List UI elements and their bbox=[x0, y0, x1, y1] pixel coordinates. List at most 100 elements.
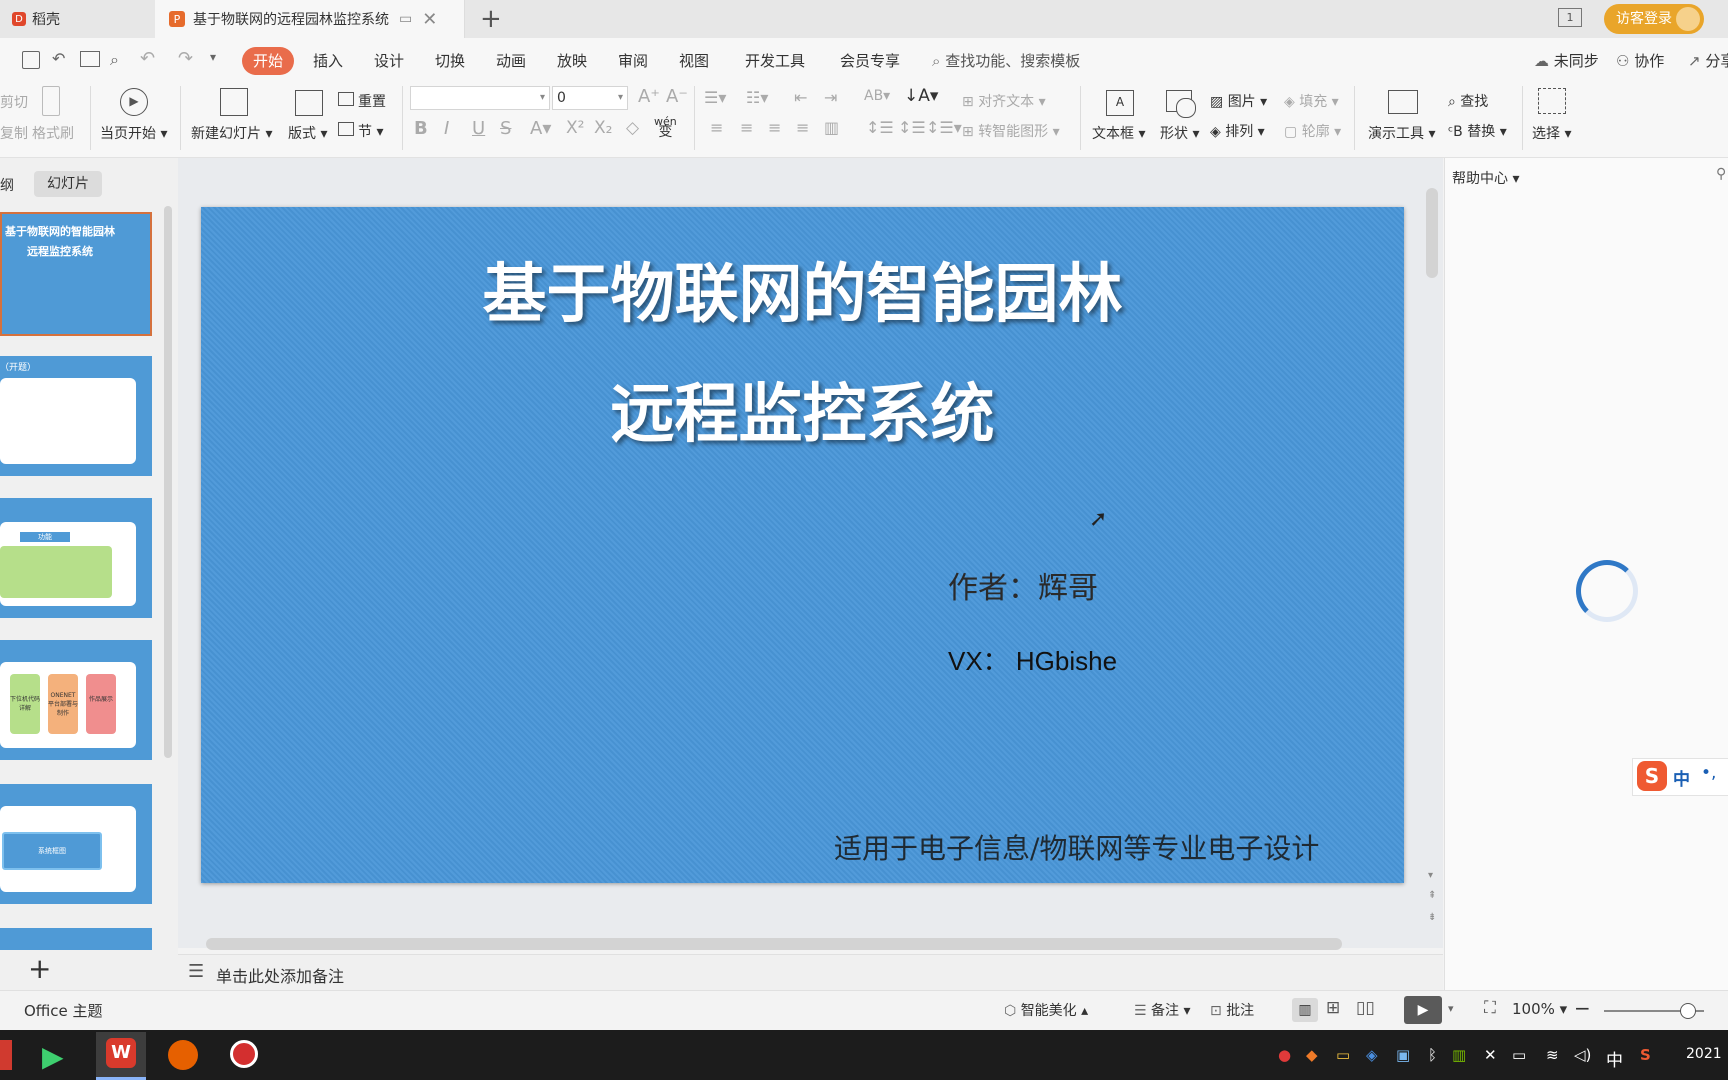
page-count-badge[interactable]: 1 bbox=[1558, 8, 1582, 27]
print-preview-icon[interactable]: ⌕ bbox=[110, 50, 119, 70]
reset-button[interactable]: 重置 bbox=[338, 91, 386, 111]
play-icon[interactable]: ▶ bbox=[120, 88, 148, 116]
help-center-dropdown[interactable]: 帮助中心 ▾ bbox=[1452, 168, 1519, 188]
undo-icon[interactable]: ↶ bbox=[140, 48, 155, 69]
find-button[interactable]: ⌕ 查找 bbox=[1448, 91, 1488, 111]
tab-home[interactable]: D 稻壳 bbox=[0, 0, 155, 38]
tray-clock[interactable]: 2021 bbox=[1686, 1046, 1722, 1062]
menu-slideshow[interactable]: 放映 bbox=[557, 50, 587, 71]
canvas-horizontal-scrollbar[interactable] bbox=[206, 938, 1342, 950]
smart-beautify-button[interactable]: ⬡ 智能美化 ▴ bbox=[1004, 1000, 1088, 1020]
select-button[interactable]: 选择 ▾ bbox=[1532, 123, 1571, 143]
tray-ime-label[interactable]: 中 bbox=[1606, 1046, 1623, 1071]
new-tab-button[interactable]: + bbox=[480, 4, 502, 34]
align-left-icon[interactable]: ≡ bbox=[710, 118, 723, 137]
tray-folder-icon[interactable]: ▭ bbox=[1336, 1046, 1350, 1064]
font-color-icon[interactable]: A▾ bbox=[530, 118, 551, 139]
print-icon[interactable] bbox=[80, 51, 100, 67]
slide-thumbnail-6[interactable] bbox=[0, 928, 152, 950]
tray-record-icon[interactable]: ● bbox=[1278, 1046, 1291, 1064]
slide-title-line1[interactable]: 基于物联网的智能园林 bbox=[201, 243, 1404, 335]
slides-panel-scrollbar[interactable] bbox=[164, 206, 172, 758]
tray-wifi-icon[interactable]: ≋ bbox=[1546, 1046, 1559, 1064]
tray-bluetooth-icon[interactable]: ᛒ bbox=[1428, 1046, 1437, 1064]
tab-slides[interactable]: 幻灯片 bbox=[34, 171, 102, 197]
font-name-select[interactable]: ▾ bbox=[410, 86, 550, 110]
slide-footer[interactable]: 适用于电子信息/物联网等专业电子设计 bbox=[834, 827, 1319, 867]
select-icon[interactable] bbox=[1538, 88, 1566, 114]
current-slide[interactable]: 基于物联网的智能园林 远程监控系统 作者：辉哥 VX： HGbishe 适用于电… bbox=[201, 207, 1404, 883]
outdent-icon[interactable]: ⇤ bbox=[794, 88, 807, 107]
close-tab-icon[interactable]: ✕ bbox=[422, 9, 437, 30]
layout-icon[interactable] bbox=[295, 90, 323, 116]
taskbar-play-store-icon[interactable]: ▶ bbox=[42, 1040, 64, 1073]
tray-network-off-icon[interactable]: ✕ bbox=[1484, 1046, 1497, 1064]
line-spacing-icon[interactable]: ↓A▾ bbox=[904, 86, 938, 106]
tab-outline[interactable]: 大纲 bbox=[0, 175, 14, 195]
quick-access-dropdown-icon[interactable]: ▾ bbox=[210, 50, 216, 64]
taskbar-recorder-icon[interactable] bbox=[230, 1040, 258, 1068]
replace-button[interactable]: ᶜB 替换 ▾ bbox=[1448, 121, 1507, 141]
numbered-list-icon[interactable]: ☷▾ bbox=[746, 88, 768, 107]
slide-vx[interactable]: VX： HGbishe bbox=[948, 641, 1117, 678]
strikethrough-icon[interactable]: S bbox=[500, 118, 511, 139]
redo-icon[interactable]: ↷ bbox=[178, 48, 193, 69]
outline-button[interactable]: ▢ 轮廓 ▾ bbox=[1284, 121, 1341, 141]
decrease-font-icon[interactable]: A⁻ bbox=[666, 86, 688, 107]
clear-format-icon[interactable]: ◇ bbox=[626, 118, 639, 138]
new-slide-button[interactable]: 新建幻灯片 ▾ bbox=[191, 123, 272, 143]
superscript-icon[interactable]: X² bbox=[566, 118, 584, 138]
zoom-slider-handle[interactable] bbox=[1680, 1003, 1696, 1019]
format-painter-icon[interactable] bbox=[42, 86, 60, 116]
indent-icon[interactable]: ⇥ bbox=[824, 88, 837, 107]
italic-icon[interactable]: I bbox=[444, 118, 449, 139]
tray-volume-icon[interactable]: ◁) bbox=[1574, 1046, 1591, 1064]
subscript-icon[interactable]: X₂ bbox=[594, 118, 612, 138]
prev-slide-icon[interactable]: ⇞ bbox=[1428, 890, 1436, 901]
tray-sogou-icon[interactable]: S bbox=[1640, 1046, 1651, 1064]
add-slide-button[interactable]: + bbox=[28, 952, 51, 985]
menu-transition[interactable]: 切换 bbox=[435, 50, 465, 71]
bold-icon[interactable]: B bbox=[414, 118, 428, 139]
play-from-current-button[interactable]: 当页开始 ▾ bbox=[100, 123, 167, 143]
notes-bar[interactable]: ☰ 单击此处添加备注 bbox=[178, 954, 1443, 991]
phonetic-button[interactable]: wén 变 bbox=[654, 116, 677, 139]
layout-button[interactable]: 版式 ▾ bbox=[288, 123, 327, 143]
section-button[interactable]: 节 ▾ bbox=[338, 121, 383, 141]
login-button[interactable]: 访客登录 bbox=[1604, 4, 1704, 34]
next-slide-icon[interactable]: ⇟ bbox=[1428, 912, 1436, 923]
tab-document[interactable]: P 基于物联网的远程园林监控系统 ▭ ✕ bbox=[155, 0, 465, 38]
bullet-list-icon[interactable]: ☰▾ bbox=[704, 88, 726, 107]
menu-review[interactable]: 审阅 bbox=[618, 50, 648, 71]
tray-security-icon[interactable]: ◈ bbox=[1366, 1046, 1378, 1064]
slideshow-play-button[interactable]: ▶ bbox=[1404, 996, 1442, 1024]
textbox-button[interactable]: 文本框 ▾ bbox=[1092, 123, 1145, 143]
underline-icon[interactable]: U bbox=[472, 118, 485, 139]
menu-view[interactable]: 视图 bbox=[679, 50, 709, 71]
undo-history-icon[interactable]: ↶ bbox=[52, 49, 65, 68]
slide-author[interactable]: 作者：辉哥 bbox=[948, 563, 1098, 607]
menu-design[interactable]: 设计 bbox=[374, 50, 404, 71]
paragraph-spacing-icon[interactable]: ↕☰ bbox=[866, 118, 894, 137]
column-spacing-icon[interactable]: ↕☰ bbox=[898, 118, 926, 137]
taskbar-wps-icon[interactable]: W bbox=[96, 1032, 146, 1080]
collaborate-button[interactable]: ⚇ 协作 bbox=[1616, 50, 1664, 71]
fit-window-icon[interactable]: ⛶ bbox=[1484, 998, 1496, 1018]
taskbar-firefox-icon[interactable] bbox=[168, 1040, 198, 1070]
align-right-icon[interactable]: ≡ bbox=[768, 118, 781, 137]
pin-icon[interactable]: ⚲ bbox=[1716, 166, 1726, 182]
share-button[interactable]: ↗ 分享 bbox=[1688, 50, 1728, 71]
justify-icon[interactable]: ≡ bbox=[796, 118, 809, 137]
search-box[interactable]: ⌕ 查找功能、搜索模板 bbox=[932, 50, 1080, 71]
align-center-icon[interactable]: ≡ bbox=[740, 118, 753, 137]
comment-button[interactable]: ⊡ 批注 bbox=[1210, 1000, 1254, 1020]
menu-start[interactable]: 开始 bbox=[242, 47, 294, 75]
distribute-icon[interactable]: ▥ bbox=[824, 118, 839, 137]
cut-button[interactable]: 剪切 bbox=[0, 92, 28, 112]
taskbar-red-app-icon[interactable] bbox=[0, 1040, 12, 1070]
tray-window-icon[interactable]: ▣ bbox=[1396, 1046, 1410, 1064]
presenter-tools-icon[interactable] bbox=[1388, 90, 1418, 114]
menu-insert[interactable]: 插入 bbox=[313, 50, 343, 71]
save-icon[interactable] bbox=[22, 51, 40, 69]
new-slide-icon[interactable] bbox=[220, 88, 248, 116]
